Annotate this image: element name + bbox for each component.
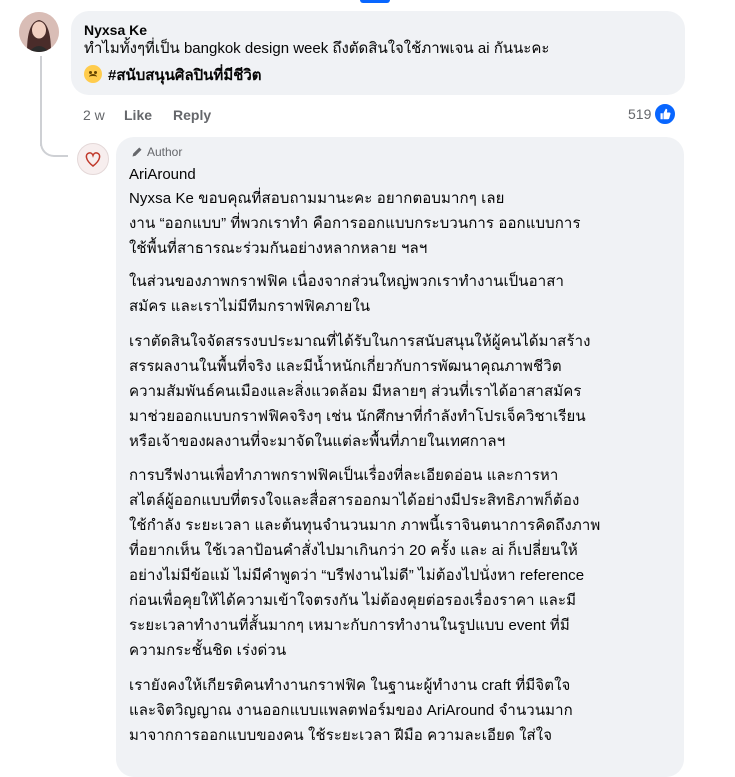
- reply-text-line: ก่อนเพื่อคุยให้ได้ความเข้าใจตรงกัน ไม่ต้…: [129, 592, 577, 609]
- reply-text-line: และจิตวิญญาณ งานออกแบบแพลตฟอร์มของ AriAr…: [129, 702, 573, 719]
- reply-button[interactable]: Reply: [173, 107, 211, 123]
- reply-text-line: Nyxsa Ke ขอบคุณที่สอบถามมานะคะ อยากตอบมา…: [129, 190, 505, 207]
- like-thumb-icon: [654, 103, 677, 125]
- reply-text-line: เราตัดสินใจจัดสรรงบประมาณที่ได้รับในการส…: [129, 333, 591, 350]
- comment-text-line: ทำไมทั้งๆที่เป็น bangkok design week ถึง…: [84, 40, 550, 57]
- reply-text-line: ใช้พื้นที่สาธารณะร่วมกันอย่างหลากหลาย ฯล…: [129, 240, 428, 257]
- reply-text-line: ใช้กำลัง ระยะเวลา และต้นทุนจำนวนมาก ภาพน…: [129, 517, 601, 534]
- reply-text-line: ที่อยากเห็น ใช้เวลาป้อนคำสั่งไปมาเกินกว่…: [129, 542, 578, 559]
- comment-author-name[interactable]: Nyxsa Ke: [84, 22, 147, 38]
- comment-timestamp[interactable]: 2 w: [83, 107, 105, 123]
- reply-text-line: ในส่วนของภาพกราฟฟิค เนื่องจากส่วนใหญ่พวก…: [129, 273, 565, 290]
- thread-connector-curve: [40, 125, 68, 157]
- reply-text-line: ความสัมพันธ์คนเมืองและสิ่งแวดล้อม มีหลาย…: [129, 383, 582, 400]
- reply-text-line: มาช่วยออกแบบกราฟฟิคจริงๆ เช่น นักศึกษาที…: [129, 408, 586, 425]
- pencil-icon: [132, 147, 142, 157]
- reply-text-line: งาน “ออกแบบ” ที่พวกเราทำ คือการออกแบบกระ…: [129, 215, 581, 232]
- like-button[interactable]: Like: [124, 107, 152, 123]
- reply-text-line: เรายังคงให้เกียรติคนทำงานกราฟฟิค ในฐานะผ…: [129, 677, 571, 694]
- top-edge-indicator: [360, 0, 390, 3]
- reply-avatar[interactable]: [77, 143, 109, 175]
- reply-text-line: สมัคร และเราไม่มีทีมกราฟฟิคภายใน: [129, 298, 371, 315]
- reply-text-line: ความกระชั้นชิด เร่งด่วน: [129, 642, 287, 659]
- reply-text-line: การบรีฟงานเพื่อทำภาพกราฟฟิคเป็นเรื่องที่…: [129, 467, 559, 484]
- reply-text-line: หรือเจ้าของผลงานที่จะมาจัดในแต่ละพื้นที่…: [129, 433, 506, 450]
- author-badge: Author: [131, 145, 182, 159]
- reply-text-line: สไตล์ผู้ออกแบบที่ตรงใจและสื่อสารออกมาได้…: [129, 492, 580, 509]
- reaction-count: 519: [628, 106, 652, 122]
- reply-text-line: ระยะเวลาทำงานที่สั้นมากๆ เหมาะกับการทำงา…: [129, 617, 570, 634]
- heart-logo-icon: [85, 152, 101, 167]
- reaction-summary[interactable]: 519: [628, 103, 677, 125]
- reply-text-line: อย่างไม่มีข้อแม้ ไม่มีคำพูดว่า “บรีฟงานไ…: [129, 567, 585, 584]
- sad-face-emoji-icon: [84, 65, 102, 83]
- reply-text-line: มาจากการออกแบบของคน ใช้ระยะเวลา ฝีมือ คว…: [129, 727, 553, 744]
- reply-text-line: สรรผลงานในพื้นที่จริง และมีน้ำหนักเกี่ยว…: [129, 358, 562, 375]
- reply-author-name[interactable]: AriAround: [129, 166, 196, 183]
- author-badge-label: Author: [147, 145, 183, 159]
- avatar[interactable]: [19, 12, 59, 52]
- comment-text-line-2: #สนับสนุนศิลปินที่มีชีวิต: [84, 65, 262, 87]
- avatar-photo: [19, 12, 59, 52]
- hashtag-link[interactable]: #สนับสนุนศิลปินที่มีชีวิต: [108, 67, 262, 84]
